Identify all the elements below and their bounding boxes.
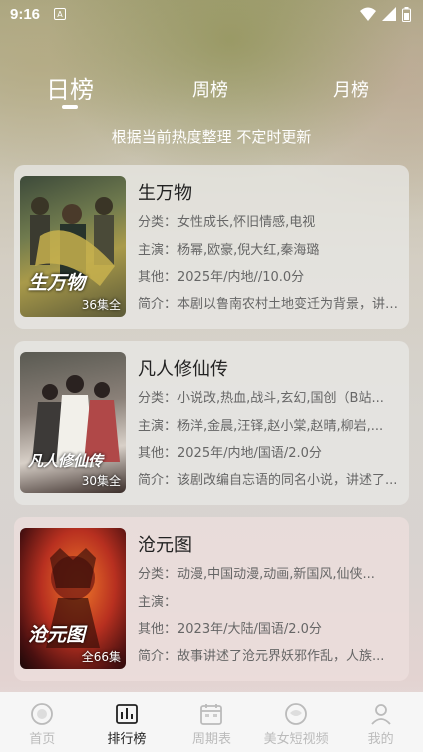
poster-image[interactable]: 沧元图 全66集 (20, 528, 126, 669)
poster-image[interactable]: 生万物 36集全 (20, 176, 126, 317)
nav-short-video[interactable]: 美女短视频 (254, 692, 338, 752)
ranking-icon (115, 704, 138, 724)
profile-icon (371, 704, 391, 725)
status-time: 9:16 (10, 5, 41, 23)
episode-count: 36集全 (81, 298, 121, 312)
drama-other: 其他：2025年/内地/国语/2.0分 (138, 446, 322, 461)
poster-title: 沧元图 (28, 624, 86, 646)
ranking-card[interactable]: 沧元图 全66集 沧元图 分类：动漫,中国动漫,动画,新国风,仙侠... 主演：… (14, 517, 409, 681)
drama-title[interactable]: 沧元图 (138, 531, 192, 557)
drama-title[interactable]: 凡人修仙传 (138, 355, 228, 381)
drama-intro: 简介：该剧改编自忘语的同名小说，讲述了... (138, 473, 398, 488)
home-icon (31, 703, 54, 725)
episode-count: 全66集 (81, 650, 121, 664)
status-bar: 9:16 A (0, 0, 423, 28)
nav-label: 美女短视频 (263, 732, 329, 747)
nav-label: 排行榜 (107, 732, 147, 747)
ranking-subtitle: 根据当前热度整理 不定时更新 (111, 128, 312, 146)
tab-monthly[interactable]: 月榜 (333, 76, 369, 102)
tab-weekly[interactable]: 周榜 (192, 76, 228, 102)
drama-category: 分类：女性成长,怀旧情感,电视 (138, 215, 316, 230)
battery-icon (402, 6, 411, 22)
nav-home[interactable]: 首页 (0, 692, 84, 752)
episode-count: 30集全 (81, 474, 121, 488)
drama-cast: 主演：杨洋,金晨,汪铎,赵小棠,赵晴,柳岩,... (138, 419, 384, 434)
ranking-card[interactable]: 凡人修仙传 30集全 凡人修仙传 分类：小说改,热血,战斗,玄幻,国创（B站..… (14, 341, 409, 505)
tab-indicator (62, 105, 78, 109)
nav-profile[interactable]: 我的 (339, 692, 423, 752)
wifi-icon (360, 7, 376, 21)
signal-icon (382, 7, 396, 21)
calendar-icon (200, 704, 223, 725)
poster-image[interactable]: 凡人修仙传 30集全 (20, 352, 126, 493)
nav-label: 周期表 (191, 732, 231, 747)
drama-category: 分类：动漫,中国动漫,动画,新国风,仙侠... (138, 567, 375, 582)
nav-ranking[interactable]: 排行榜 (85, 692, 169, 752)
tab-daily[interactable]: 日榜 (46, 70, 94, 105)
drama-intro: 简介：本剧以鲁南农村土地变迁为背景，讲述了... (138, 297, 402, 312)
poster-title: 凡人修仙传 (28, 452, 104, 470)
nav-calendar[interactable]: 周期表 (169, 692, 253, 752)
drama-category: 分类：小说改,热血,战斗,玄幻,国创（B站... (138, 391, 384, 406)
poster-title: 生万物 (28, 272, 86, 294)
bottom-navigation: 首页 排行榜 周期表 美女短视频 我的 (0, 692, 423, 752)
video-icon (285, 703, 307, 725)
drama-intro: 简介：故事讲述了沧元界妖邪作乱，人族... (138, 649, 385, 664)
ranking-card[interactable]: 生万物 36集全 生万物 分类：女性成长,怀旧情感,电视 主演：杨幂,欧豪,倪大… (14, 165, 409, 329)
nav-label: 首页 (29, 732, 56, 747)
drama-other: 其他：2025年/内地//10.0分 (138, 270, 305, 285)
drama-cast: 主演： (138, 595, 178, 610)
nav-label: 我的 (367, 732, 394, 747)
status-icons (360, 6, 411, 22)
drama-cast: 主演：杨幂,欧豪,倪大红,秦海璐 (138, 243, 320, 258)
drama-other: 其他：2023年/大陆/国语/2.0分 (138, 622, 322, 637)
drama-title[interactable]: 生万物 (138, 179, 192, 205)
notification-icon: A (54, 8, 67, 20)
